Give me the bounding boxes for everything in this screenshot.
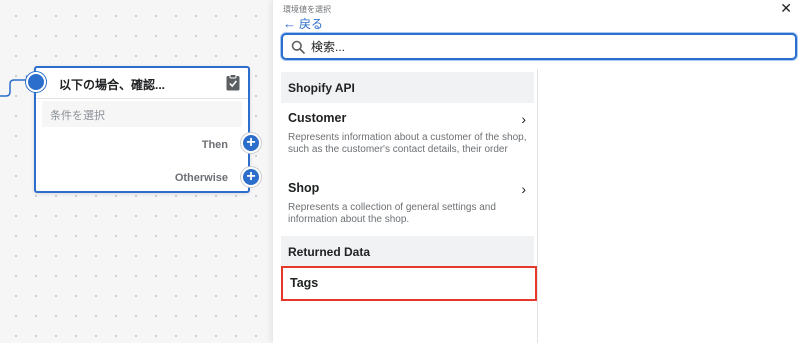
- branch-then-label: Then: [201, 139, 228, 151]
- chevron-right-icon: ›: [521, 111, 526, 127]
- value-list: Shopify API Customer › Represents inform…: [281, 69, 538, 343]
- item-title: Shop: [288, 181, 320, 195]
- section-header-shopify-api: Shopify API: [281, 72, 534, 103]
- list-item-shop[interactable]: Shop › Represents a collection of genera…: [281, 181, 534, 226]
- condition-node-title: 以下の場合、確認...: [59, 78, 166, 92]
- search-input[interactable]: [311, 38, 781, 56]
- plus-icon: +: [246, 168, 256, 185]
- add-then-step-button[interactable]: +: [241, 133, 261, 153]
- add-otherwise-step-button[interactable]: +: [241, 167, 261, 187]
- connector-dot[interactable]: [26, 72, 46, 92]
- search-icon: [291, 40, 305, 54]
- clipboard-check-icon: [226, 74, 240, 91]
- branch-otherwise-label: Otherwise: [174, 172, 228, 184]
- chevron-right-icon: ›: [521, 181, 526, 197]
- list-item-customer[interactable]: Customer › Represents information about …: [281, 111, 534, 156]
- condition-select-field[interactable]: 条件を選択: [42, 101, 242, 127]
- plus-icon: +: [246, 134, 256, 151]
- environment-value-panel: 環境値を選択 ✕ ← 戻る Shopify API Customer › Rep…: [273, 0, 800, 343]
- close-icon[interactable]: ✕: [780, 0, 792, 17]
- panel-label: 環境値を選択: [283, 5, 331, 14]
- condition-node-header: 以下の場合、確認...: [26, 68, 248, 99]
- back-button[interactable]: ← 戻る: [283, 15, 323, 32]
- item-description: Represents information about a customer …: [288, 132, 527, 155]
- back-arrow-icon: ←: [283, 16, 296, 31]
- back-button-label: 戻る: [299, 17, 324, 31]
- item-title: Customer: [288, 111, 347, 125]
- item-description: Represents a collection of general setti…: [288, 202, 496, 225]
- list-item-tags[interactable]: Tags: [281, 266, 537, 301]
- search-box[interactable]: [281, 33, 797, 60]
- condition-node[interactable]: 以下の場合、確認... 条件を選択 Then Otherwise: [26, 66, 250, 193]
- section-header-returned-data: Returned Data: [281, 236, 534, 267]
